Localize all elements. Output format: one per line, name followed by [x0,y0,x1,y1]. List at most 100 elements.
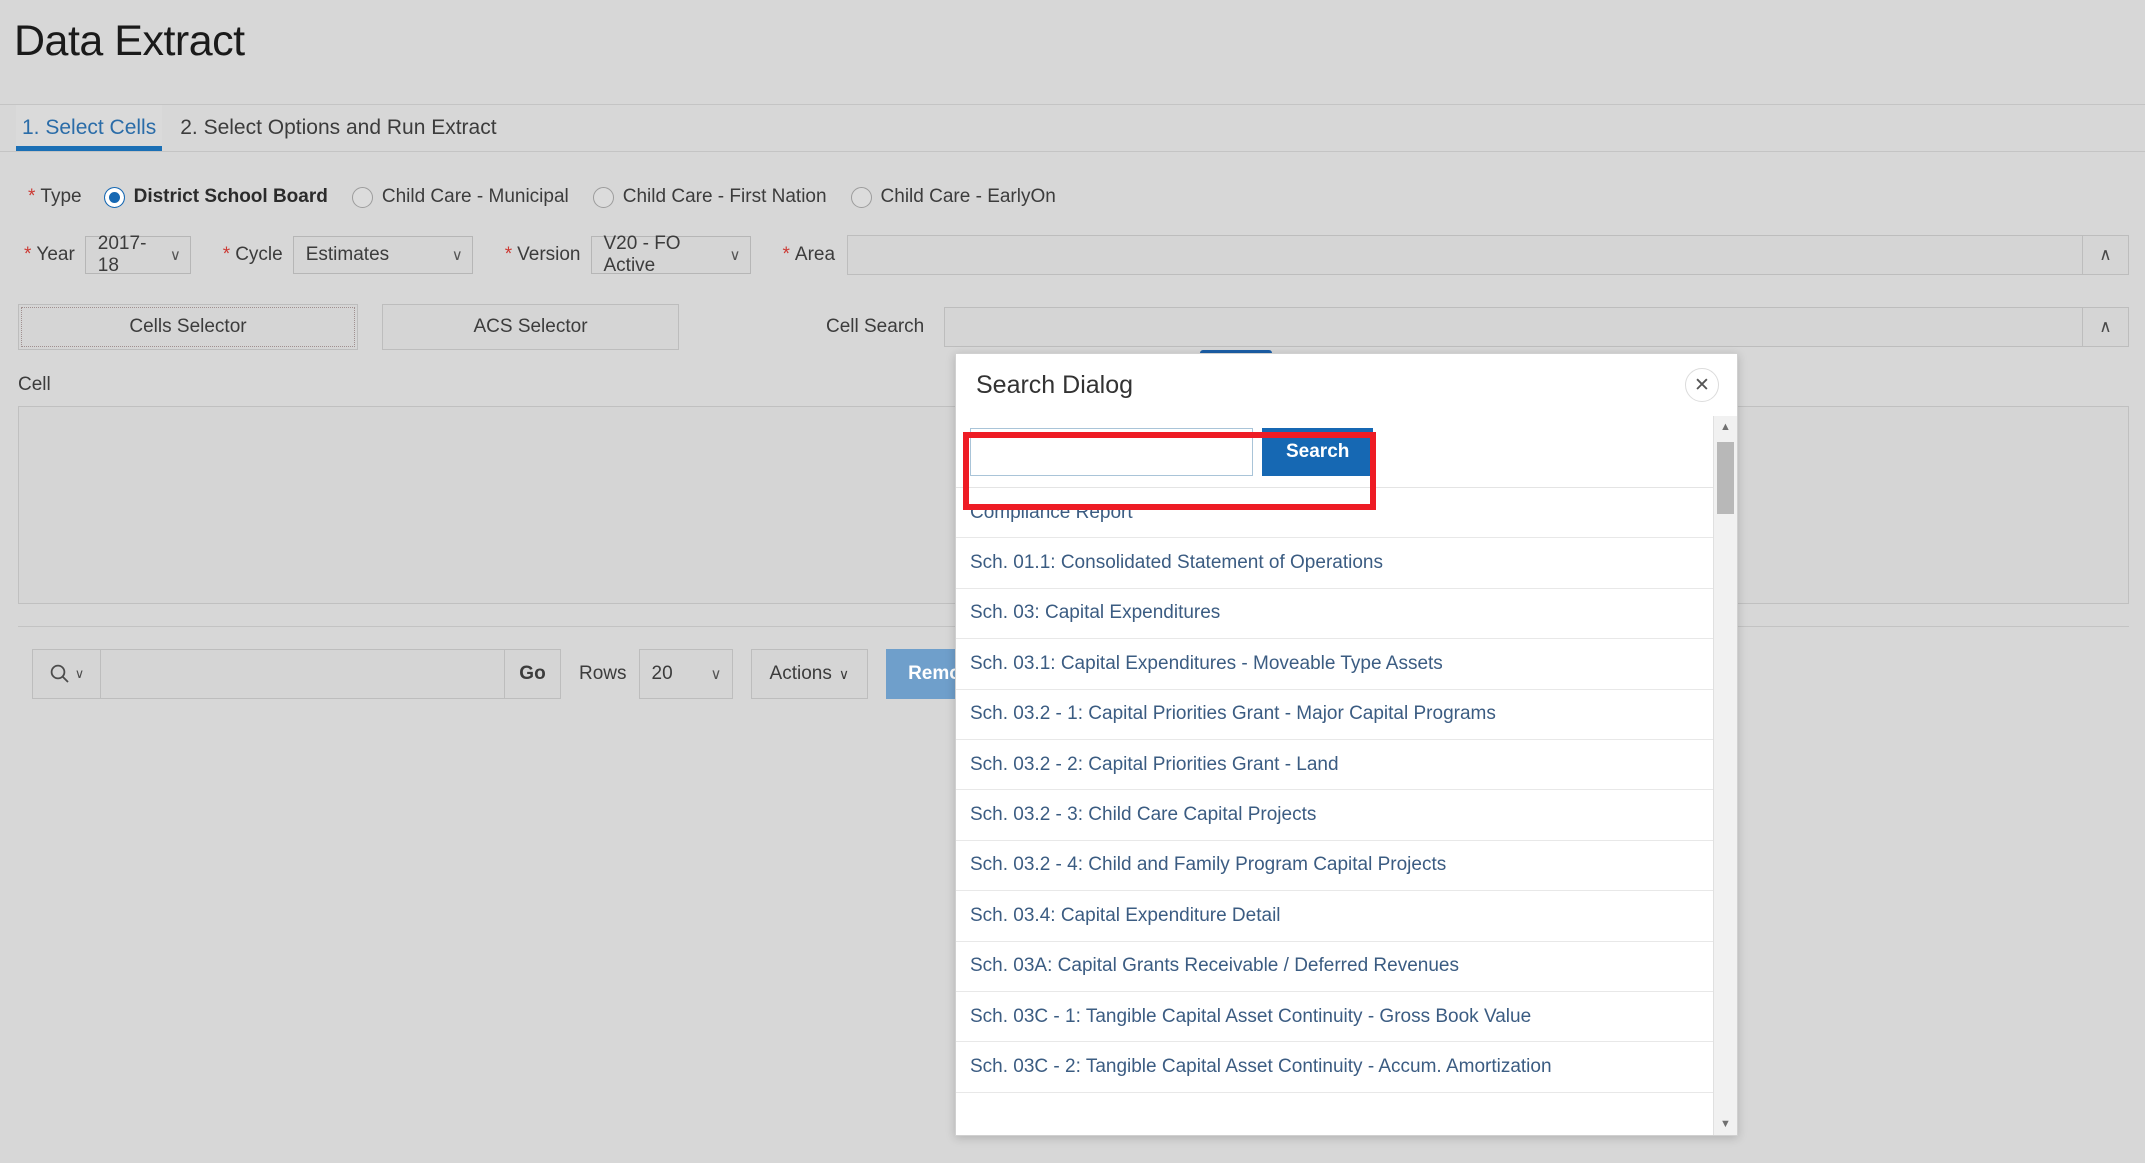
year-label: * Year [24,244,75,266]
radio-district-school-board-label: District School Board [133,186,328,207]
search-dialog: Search Dialog ✕ Search Compliance Report… [955,353,1738,1136]
version-label: * Version [505,244,581,266]
cycle-select[interactable]: Estimates ∨ [292,236,473,274]
close-icon[interactable]: ✕ [1685,368,1719,402]
radio-child-care-municipal[interactable]: Child Care - Municipal [351,186,569,208]
scroll-down-icon[interactable]: ▼ [1714,1113,1737,1135]
acs-selector-button[interactable]: ACS Selector [382,304,679,350]
list-item[interactable]: Sch. 03.2 - 2: Capital Priorities Grant … [956,740,1713,791]
cells-selector-label: Cells Selector [129,316,247,337]
radio-district-school-board[interactable]: District School Board [103,186,328,208]
radio-unselected-icon [351,186,373,208]
year-select-value: 2017-18 [97,233,147,276]
required-marker: * [28,186,36,207]
version-select[interactable]: V20 - FO Active ∨ [590,233,751,276]
actions-button[interactable]: Actions ∨ [750,649,869,699]
radio-child-care-earlyon-label: Child Care - EarlyOn [880,186,1056,207]
radio-child-care-first-nation-label: Child Care - First Nation [622,186,827,207]
list-item[interactable]: Sch. 03A: Capital Grants Receivable / De… [956,942,1713,992]
list-item[interactable]: Sch. 03.1: Capital Expenditures - Moveab… [956,639,1713,690]
area-field[interactable]: ∧ [847,235,2129,275]
wizard-tabs: 1. Select Cells 2. Select Options and Ru… [0,104,2145,152]
type-label: * Type [28,186,82,208]
chevron-up-icon: ∧ [2099,245,2112,264]
type-label-text: Type [40,186,82,207]
search-dialog-body: Search Compliance Report Sch. 01.1: Cons… [956,416,1737,1135]
actions-button-label: Actions [769,663,832,684]
required-marker: * [504,244,513,265]
search-dialog-header: Search Dialog ✕ [956,354,1737,416]
radio-unselected-icon [592,186,614,208]
area-input[interactable] [848,236,2082,274]
chevron-down-icon: ∨ [74,666,85,681]
report-search-group: ∨ Go [32,649,561,699]
list-item[interactable]: Compliance Report [956,488,1713,539]
required-marker: * [222,244,231,265]
list-item[interactable]: Sch. 03C - 1: Tangible Capital Asset Con… [956,992,1713,1043]
chevron-down-icon: ∨ [169,247,181,264]
scrollbar-thumb[interactable] [1717,442,1734,514]
list-item[interactable]: Sch. 01.1: Consolidated Statement of Ope… [956,538,1713,589]
type-row: * Type District School Board Child Care -… [0,174,2145,220]
radio-child-care-municipal-label: Child Care - Municipal [381,186,569,207]
tab-select-cells-label: 1. Select Cells [22,116,157,139]
close-icon-glyph: ✕ [1694,374,1710,396]
search-input[interactable] [970,427,1253,476]
list-item[interactable]: Sch. 03.2 - 1: Capital Priorities Grant … [956,690,1713,740]
list-item[interactable]: Sch. 03.2 - 3: Child Care Capital Projec… [956,790,1713,841]
area-label: * Area [783,244,836,266]
filters-row: * Year 2017-18 ∨ * Cycle Estimates ∨ * Vers… [0,224,2145,286]
tab-select-options-run-extract-label: 2. Select Options and Run Extract [180,116,497,139]
type-radio-group: District School Board Child Care - Munic… [103,186,1080,208]
scroll-up-icon[interactable]: ▲ [1714,416,1737,438]
list-item[interactable]: Sch. 03.4: Capital Expenditure Detail [956,891,1713,942]
year-label-text: Year [36,244,75,265]
required-marker: * [24,244,32,265]
go-button-label: Go [519,663,546,684]
version-label-text: Version [517,244,581,265]
year-select[interactable]: 2017-18 ∨ [84,233,191,276]
rows-select[interactable]: 20 ∨ [638,649,733,699]
chevron-down-icon: ∨ [451,247,463,264]
cells-selector-button[interactable]: Cells Selector [18,304,358,350]
radio-unselected-icon [850,186,872,208]
report-search-input[interactable] [101,650,504,698]
search-row: Search [956,416,1713,488]
cell-search-label: Cell Search [826,316,925,337]
chevron-up-icon: ∧ [2099,317,2112,336]
area-collapse-toggle[interactable]: ∧ [2082,236,2128,274]
selectors-row: Cells Selector ACS Selector Cell Search … [0,304,2145,350]
version-select-value: V20 - FO Active [603,233,681,276]
search-dialog-content: Search Compliance Report Sch. 01.1: Cons… [956,416,1713,1135]
page-title: Data Extract [14,17,245,65]
cycle-label-text: Cycle [235,244,283,265]
tab-select-cells[interactable]: 1. Select Cells [16,105,163,151]
chevron-down-icon: ∨ [729,247,741,264]
radio-child-care-first-nation[interactable]: Child Care - First Nation [592,186,827,208]
acs-selector-label: ACS Selector [473,316,588,337]
go-button[interactable]: Go [504,650,560,698]
chevron-down-icon: ∨ [710,666,722,683]
rows-select-value: 20 [651,663,673,684]
rows-label: Rows [579,663,627,684]
cell-search-field[interactable]: ∧ [944,307,2129,347]
list-item[interactable]: Sch. 03: Capital Expenditures [956,589,1713,640]
search-results-list: Compliance Report Sch. 01.1: Consolidate… [956,488,1713,1135]
radio-selected-icon [103,186,125,208]
scrollbar-track[interactable] [1714,438,1737,1113]
search-dialog-title: Search Dialog [976,370,1134,399]
page-header: Data Extract [0,0,2145,104]
radio-child-care-earlyon[interactable]: Child Care - EarlyOn [850,186,1056,208]
cycle-label: * Cycle [223,244,283,266]
cell-search-input[interactable] [945,308,2082,346]
tab-select-options-run-extract[interactable]: 2. Select Options and Run Extract [174,105,502,151]
area-label-text: Area [794,244,836,265]
search-icon[interactable]: ∨ [33,650,101,698]
cell-search-collapse-toggle[interactable]: ∧ [2082,308,2128,346]
dialog-scrollbar[interactable]: ▲ ▼ [1713,416,1737,1135]
list-item[interactable]: Sch. 03C - 2: Tangible Capital Asset Con… [956,1042,1713,1093]
search-button[interactable]: Search [1262,427,1374,476]
list-item[interactable]: Sch. 03.2 - 4: Child and Family Program … [956,841,1713,892]
required-marker: * [782,244,790,265]
chevron-down-icon: ∨ [838,665,850,682]
